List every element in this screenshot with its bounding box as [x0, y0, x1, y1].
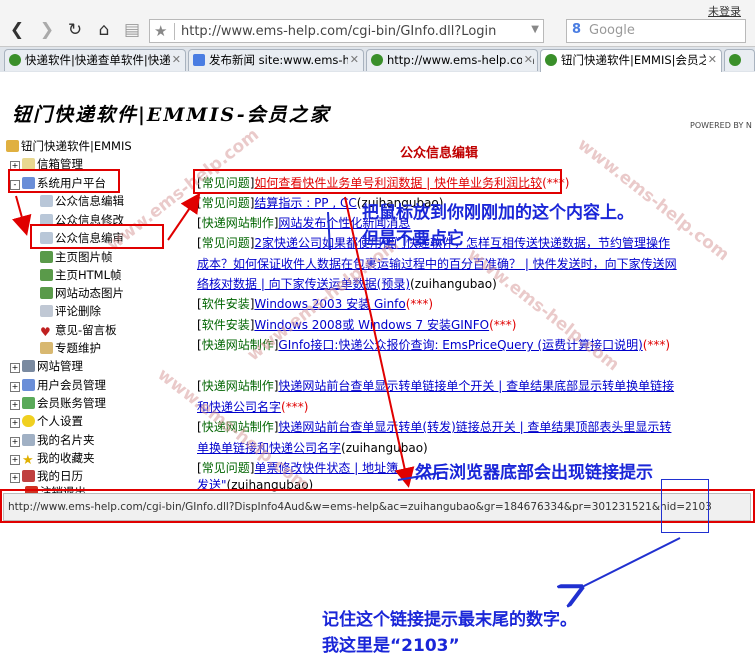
arrow-overlay [12, 192, 681, 668]
red-arrow [12, 195, 32, 236]
annotation-remember-hint: 记住这个链接提示最末尾的数字。 [322, 610, 577, 630]
annotation-hover-hint: 把鼠标放到你刚刚加的这个内容上。 [362, 203, 634, 223]
annotation-no-click-hint: 但是不要点它 [362, 229, 464, 249]
annotation-number-hint: 我这里是“2103” [322, 636, 460, 656]
red-arrow [167, 192, 201, 241]
annotation-status-hint: 然后浏览器底部会出现链接提示 [415, 463, 653, 483]
blue-arrow [580, 537, 681, 588]
blue-arrow [327, 211, 331, 251]
